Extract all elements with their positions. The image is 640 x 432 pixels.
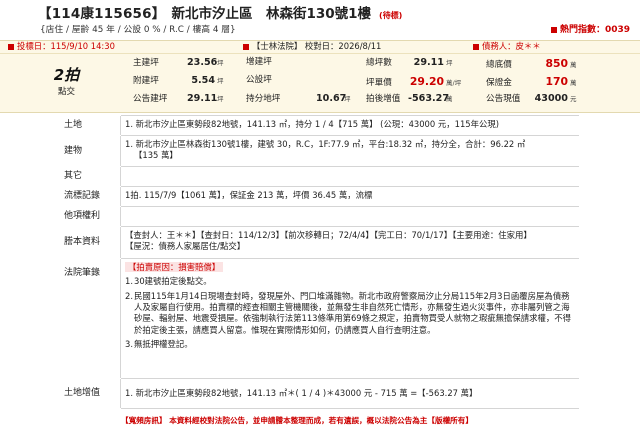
row-heading: 他項權利 — [60, 207, 121, 226]
summary-top-bar: 投標日：115/9/10 14:30 【士林法院】 校對日：2026/8/11 … — [0, 41, 640, 54]
table-row: 謄本資料 【查封人：王＊＊】【查封日：114/12/3】【前次移轉日；72/4/… — [64, 227, 579, 259]
hot-index: 熱門指數：0039 — [550, 24, 630, 36]
square-icon — [550, 26, 557, 33]
row-heading: 建物 — [60, 136, 121, 166]
auction-round: 2拍 點交 — [0, 54, 133, 113]
status-badge: (待標) — [379, 11, 403, 21]
title-line: 【114康115656】 新北市汐止區 林森街130號1樓 (待標) — [38, 5, 632, 23]
row-heading: 其它 — [60, 167, 121, 186]
row-content: 1. 新北市汐止區東勢段82地號，141.13 ㎡，持分 1 / 4【715 萬… — [125, 119, 499, 129]
row-heading: 謄本資料 — [60, 227, 121, 258]
property-summary-line: {店住 / 屋齡 45 年 / 公設 0 % / R.C / 樓高 4 層} — [40, 25, 236, 35]
row-content: 【拍賣原因：損害賠償】 1. 30建號拍定後點交。 2. 民國115年1月14日現場… — [121, 259, 579, 378]
table-row: 法院筆錄 【拍賣原因：損害賠償】 1. 30建號拍定後點交。 2. 民國115年1月… — [64, 259, 579, 379]
row-heading: 流標記錄 — [60, 187, 121, 206]
auction-reason: 【拍賣原因：損害賠償】 — [125, 262, 224, 272]
table-row: 他項權利 — [64, 207, 579, 227]
row-content: 1. 新北市汐止區東勢段82地號，141.13 ㎡＊( 1 / 4 )＊4300… — [125, 387, 478, 398]
summary-panel: 投標日：115/9/10 14:30 【士林法院】 校對日：2026/8/11 … — [0, 40, 640, 113]
table-row: 其它 — [64, 167, 579, 187]
case-number: 【114康115656】 — [38, 5, 166, 22]
row-content: 1. 新北市汐止區林森街130號1樓，建號 30，R.C，1F:77.9 ㎡，平… — [125, 139, 526, 161]
row-heading: 法院筆錄 — [60, 259, 121, 378]
header: 【114康115656】 新北市汐止區 林森街130號1樓 (待標) {店住 /… — [0, 0, 640, 40]
summary-column-4: 總底價 850 萬 保證金 170 萬 公告現值 43000 元 — [486, 56, 577, 105]
court-info: 【士林法院】 校對日：2026/8/11 — [133, 41, 473, 52]
square-icon — [8, 43, 14, 50]
property-address: 新北市汐止區 林森街130號1樓 — [171, 5, 372, 22]
handover-type: 點交 — [57, 87, 75, 98]
square-icon — [243, 43, 249, 50]
auction-date: 投標日：115/9/10 14:30 — [0, 41, 133, 52]
list-item: 3. 無抵押權登記。 — [125, 339, 193, 350]
summary-column-3: 總坪數 29.11 坪 坪單價 29.20 萬/坪 拍後增值 -563.27 萬 — [366, 56, 462, 105]
table-row: 土地 1. 新北市汐止區東勢段82地號，141.13 ㎡，持分 1 / 4【71… — [64, 116, 579, 136]
table-row: 建物 1. 新北市汐止區林森街130號1樓，建號 30，R.C，1F:77.9 … — [64, 136, 579, 167]
row-content: 【查封人：王＊＊】【查封日：114/12/3】【前次移轉日；72/4/4】【完工… — [125, 230, 532, 252]
square-icon — [473, 43, 479, 50]
row-content — [121, 167, 579, 186]
list-item: 2. 民國115年1月14日現場查封時，發現屋外、門口堆滿雜物。新北市政府警察局汐… — [125, 290, 572, 335]
table-row: 土地增值 1. 新北市汐止區東勢段82地號，141.13 ㎡＊( 1 / 4 )… — [64, 379, 579, 409]
disclaimer-footer: 【寬頻房訊】 本資料經校對法院公告，並申請謄本整理而成，若有遺誤，概以法院公告為… — [121, 416, 473, 425]
table-row: 流標記錄 1拍. 115/7/9【1061 萬】，保証金 213 萬，坪價 36… — [64, 187, 579, 207]
detail-table: 土地 1. 新北市汐止區東勢段82地號，141.13 ㎡，持分 1 / 4【71… — [64, 115, 579, 409]
row-heading: 土地增值 — [60, 379, 121, 408]
round-number: 2拍 — [53, 66, 80, 84]
debtor-info: 債務人：皮＊＊ — [473, 41, 541, 52]
row-content: 1拍. 115/7/9【1061 萬】，保証金 213 萬，坪價 36.45 萬… — [125, 190, 373, 200]
row-heading: 土地 — [60, 116, 121, 135]
list-item: 1. 30建號拍定後點交。 — [125, 276, 212, 287]
summary-column-1: 主建坪 23.56 坪 附建坪 5.54 坪 公告建坪 29.11 坪 — [133, 56, 224, 105]
summary-column-2: 增建坪 公設坪 持分地坪 10.67 坪 — [246, 56, 351, 105]
row-content — [121, 207, 579, 226]
